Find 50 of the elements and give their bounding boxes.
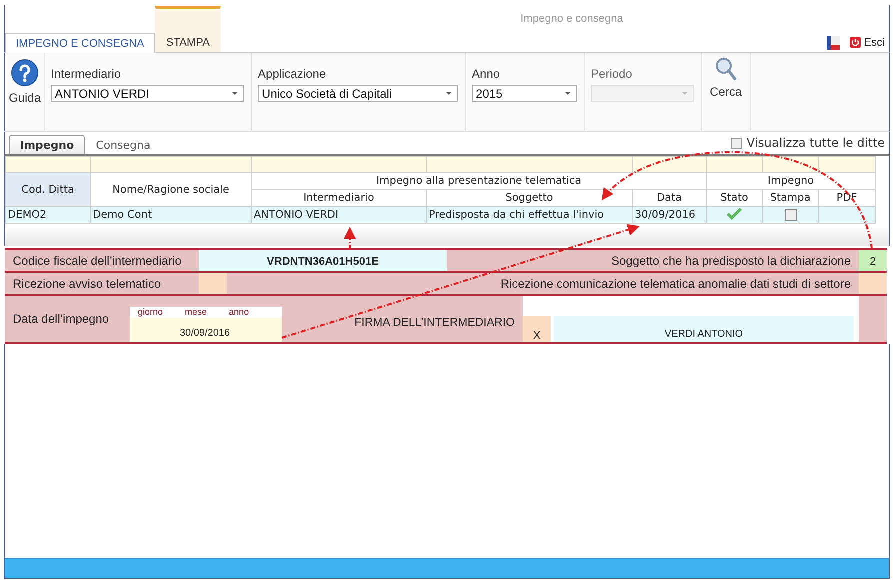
caret-icon (682, 92, 688, 95)
field-label: Periodo (591, 67, 634, 81)
column-header: Intermediario (252, 190, 426, 206)
caret-icon (565, 92, 572, 95)
date-part-label: anno (229, 307, 250, 318)
tab[interactable]: Impegno (9, 135, 86, 154)
column-header: Nome/Ragione sociale (90, 172, 252, 206)
search-button[interactable]: Cerca (701, 53, 752, 131)
table-cell: ANTONIO VERDI (252, 206, 426, 224)
exit-button[interactable]: Esci (850, 36, 885, 48)
field-label: Soggetto che ha predisposto la dichiarazione (610, 252, 852, 270)
column-group-header: Impegno alla presentazione telematica (252, 172, 706, 190)
checkbox-label: Visualizza tutte le ditte (746, 136, 885, 150)
caret-icon (232, 92, 238, 95)
column-header: Stato (706, 190, 762, 206)
field-label: Intermediario (51, 67, 122, 81)
flag-icon[interactable] (827, 36, 840, 50)
tab[interactable]: Consegna (85, 135, 162, 154)
ribbon-tab[interactable]: IMPEGNO E CONSEGNA (5, 33, 156, 53)
caret-icon (446, 92, 452, 95)
table-cell: DEMO2 (6, 206, 90, 224)
column-header: Data (632, 190, 706, 206)
window-title: Impegno e consegna (520, 13, 624, 25)
column-header: Cod. Ditta (6, 172, 90, 206)
dropdown-field[interactable]: 2015 (472, 85, 578, 102)
column-header: Stampa (762, 190, 818, 206)
table-cell: Demo Cont (90, 206, 252, 224)
table-cell: Predisposta da chi effettua l'invio (426, 206, 632, 224)
date-part-label: giorno (138, 307, 164, 318)
table-cell: 30/09/2016 (632, 206, 706, 224)
field-label: Data dell’impegno (12, 311, 110, 328)
signature-label: FIRMA DELL’INTERMEDIARIO (354, 316, 516, 331)
field-label: Ricezione avviso telematico (12, 276, 162, 292)
dropdown-field[interactable]: ANTONIO VERDI (51, 85, 244, 102)
power-icon (850, 37, 862, 48)
dropdown-field[interactable]: Unico Società di Capitali (258, 85, 458, 102)
help-button[interactable]: Guida (5, 53, 44, 131)
field-label: Applicazione (258, 67, 328, 81)
field-label: Ricezione comunicazione telematica anomalie dati studi di settore (500, 276, 852, 292)
checkbox[interactable] (784, 209, 796, 222)
column-group-header: Impegno (706, 172, 876, 190)
date-field: 30/09/2016 (130, 318, 282, 342)
date-part-label: mese (185, 307, 208, 318)
search-icon (715, 57, 738, 81)
column-header: Soggetto (426, 190, 632, 206)
checkbox[interactable] (730, 138, 742, 148)
field-label: Codice fiscale dell’intermediario (12, 252, 183, 270)
help-icon (11, 59, 40, 87)
field-label: Anno (472, 67, 502, 81)
ribbon-tab[interactable]: STAMPA (155, 6, 221, 52)
